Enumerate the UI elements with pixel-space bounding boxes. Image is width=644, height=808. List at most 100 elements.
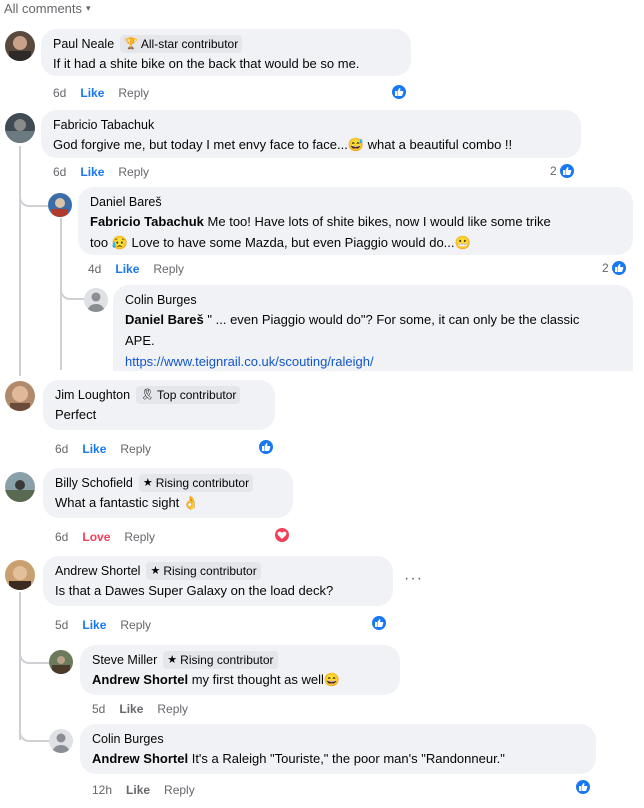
timestamp[interactable]: 5d <box>55 618 68 632</box>
like-button[interactable]: Like <box>126 783 150 797</box>
like-reaction-icon <box>390 83 408 101</box>
author-name[interactable]: Andrew Shortel <box>55 562 140 580</box>
comment-text: my first thought as well😄 <box>191 672 341 687</box>
author-name[interactable]: Steve Miller <box>92 651 157 669</box>
comment-bubble: Colin Burges Daniel Bareš " ... even Pia… <box>113 285 633 371</box>
comment-text: " ... even Piaggio would do"? For some, … <box>207 312 580 327</box>
comment-bubble: Jim Loughton 🎗 Top contributor Perfect <box>43 380 275 430</box>
contributor-badge: ★ Rising contributor <box>146 562 261 580</box>
like-reaction-icon <box>257 438 275 456</box>
author-name[interactable]: Jim Loughton <box>55 386 130 404</box>
badge-label: Rising contributor <box>163 564 257 578</box>
reply-button[interactable]: Reply <box>124 530 155 544</box>
more-options-icon[interactable]: ··· <box>404 570 423 588</box>
contributor-badge: ★ Rising contributor <box>138 474 254 492</box>
reaction-summary[interactable]: 2 <box>550 162 576 180</box>
reply-button[interactable]: Reply <box>120 618 151 632</box>
default-avatar-icon[interactable] <box>84 288 108 312</box>
star-icon: ★ <box>150 565 161 577</box>
comment-bubble: Daniel Bareš Fabricio Tabachuk Me too! H… <box>78 187 633 255</box>
comment-actions: 6d Like Reply <box>53 86 163 100</box>
avatar[interactable] <box>48 193 72 217</box>
author-name[interactable]: Colin Burges <box>92 730 164 748</box>
comment-text-continued: APE. <box>125 333 155 348</box>
comment-text: Is that a Dawes Super Galaxy on the load… <box>55 583 334 598</box>
reply-button[interactable]: Reply <box>153 262 184 276</box>
mention-link[interactable]: Fabricio Tabachuk <box>90 214 204 229</box>
like-reaction-icon <box>370 614 388 632</box>
reaction-count: 2 <box>550 164 557 178</box>
timestamp[interactable]: 5d <box>92 702 105 716</box>
timestamp[interactable]: 6d <box>53 86 66 100</box>
external-link[interactable]: https://www.teignrail.co.uk/scouting/ral… <box>125 354 374 369</box>
trophy-icon: 🏆 <box>124 38 138 50</box>
mention-link[interactable]: Andrew Shortel <box>92 751 188 766</box>
author-name[interactable]: Fabricio Tabachuk <box>53 116 154 134</box>
default-avatar-icon[interactable] <box>49 729 73 753</box>
reply-button[interactable]: Reply <box>157 702 188 716</box>
author-name[interactable]: Billy Schofield <box>55 474 133 492</box>
comment-bubble: Fabricio Tabachuk God forgive me, but to… <box>41 110 581 158</box>
reply-button[interactable]: Reply <box>118 86 149 100</box>
reaction-summary[interactable] <box>390 83 408 101</box>
comment-bubble: Paul Neale 🏆 All-star contributor If it h… <box>41 29 411 76</box>
comment-text: If it had a shite bike on the back that … <box>53 56 360 71</box>
comment-bubble: Andrew Shortel ★ Rising contributor Is th… <box>43 556 393 606</box>
timestamp[interactable]: 12h <box>92 783 112 797</box>
star-icon: ★ <box>142 477 153 489</box>
like-button[interactable]: Like <box>82 618 106 632</box>
comment-actions: 6d Love Reply <box>55 530 169 544</box>
comment-actions: 5d Like Reply <box>55 618 165 632</box>
avatar[interactable] <box>5 381 35 411</box>
author-name[interactable]: Daniel Bareš <box>90 193 162 211</box>
like-button[interactable]: Like <box>119 702 143 716</box>
reply-button[interactable]: Reply <box>120 442 151 456</box>
like-button[interactable]: Like <box>115 262 139 276</box>
reaction-summary[interactable] <box>273 526 291 544</box>
comment-text: Perfect <box>55 407 97 422</box>
reply-button[interactable]: Reply <box>164 783 195 797</box>
like-button[interactable]: Like <box>80 165 104 179</box>
badge-label: Rising contributor <box>155 476 250 490</box>
like-button[interactable]: Like <box>80 86 104 100</box>
mention-link[interactable]: Andrew Shortel <box>92 672 188 687</box>
timestamp[interactable]: 4d <box>88 262 101 276</box>
all-comments-filter[interactable]: All comments ▾ <box>4 0 91 16</box>
ribbon-icon: 🎗 <box>140 389 155 401</box>
timestamp[interactable]: 6d <box>53 165 66 179</box>
reaction-summary[interactable] <box>574 778 592 796</box>
like-reaction-icon <box>557 162 576 180</box>
comment-bubble: Steve Miller ★ Rising contributor Andrew … <box>80 645 400 695</box>
like-button[interactable]: Like <box>82 442 106 456</box>
comment-actions: 4d Like Reply <box>88 262 198 276</box>
mention-link[interactable]: Daniel Bareš <box>125 312 204 327</box>
chevron-down-icon: ▾ <box>86 2 91 13</box>
reaction-summary[interactable] <box>370 614 388 632</box>
timestamp[interactable]: 6d <box>55 530 68 544</box>
like-reaction-icon <box>574 778 592 796</box>
comment-text: Me too! Have lots of shite bikes, now I … <box>207 214 551 229</box>
contributor-badge: ★ Rising contributor <box>163 651 278 669</box>
author-name[interactable]: Colin Burges <box>125 291 197 309</box>
reply-button[interactable]: Reply <box>118 165 149 179</box>
comment-text: God forgive me, but today I met envy fac… <box>53 137 513 152</box>
avatar[interactable] <box>5 31 35 61</box>
thread-line <box>19 592 21 740</box>
reaction-summary[interactable]: 2 <box>602 259 628 277</box>
thread-connector <box>19 720 53 742</box>
badge-label: All-star contributor <box>140 37 239 51</box>
comment-bubble: Colin Burges Andrew Shortel It's a Ralei… <box>80 724 596 774</box>
avatar[interactable] <box>49 650 73 674</box>
avatar[interactable] <box>5 472 35 502</box>
reaction-count: 2 <box>602 261 609 275</box>
love-button[interactable]: Love <box>82 530 110 544</box>
thread-connector <box>19 640 53 664</box>
timestamp[interactable]: 6d <box>55 442 68 456</box>
comment-actions: 12h Like Reply <box>92 783 209 797</box>
avatar[interactable] <box>5 560 35 590</box>
reaction-summary[interactable] <box>257 438 275 456</box>
author-name[interactable]: Paul Neale <box>53 35 114 53</box>
contributor-badge: 🎗 Top contributor <box>136 386 241 404</box>
avatar[interactable] <box>5 113 35 143</box>
like-reaction-icon <box>609 259 628 277</box>
